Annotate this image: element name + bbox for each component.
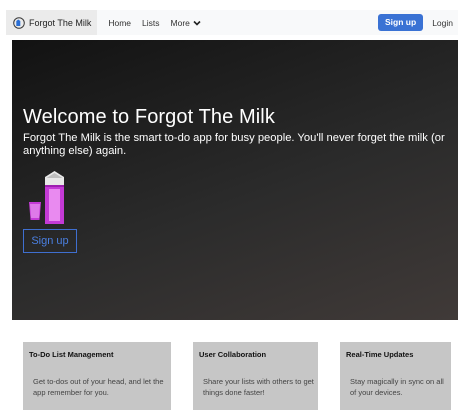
feature-text: Get to-dos out of your head, and let the… [33,377,164,397]
nav-more-label: More [170,17,190,28]
feature-card-collaboration: User Collaboration Share your lists with… [193,342,318,410]
feature-title: User Collaboration [199,350,267,359]
feature-title: To-Do List Management [29,350,114,359]
feature-text: Share your lists with others to get thin… [203,377,314,397]
nav-signup-button[interactable]: Sign up [378,14,424,31]
feature-text: Stay magically in sync on all of your de… [350,377,444,397]
feature-card-todo: To-Do List Management Get to-dos out of … [23,342,171,410]
nav-lists-link[interactable]: Lists [142,18,159,28]
milk-carton-and-glass-icon [29,171,64,224]
hero-title: Welcome to Forgot The Milk [23,106,275,128]
nav-more-dropdown[interactable]: More [171,18,201,28]
hero-banner: Welcome to Forgot The Milk Forgot The Mi… [12,40,458,320]
hero-subtitle: Forgot The Milk is the smart to-do app f… [23,132,445,157]
top-navbar: Forgot The Milk Home Lists More Sign up … [6,10,458,35]
milk-logo-icon [13,16,25,29]
chevron-down-icon [193,20,201,26]
hero-signup-button[interactable]: Sign up [23,229,77,253]
nav-login-link[interactable]: Login [432,18,453,28]
brand-link[interactable]: Forgot The Milk [6,10,98,35]
nav-home-link[interactable]: Home [108,18,131,28]
feature-title: Real-Time Updates [346,350,414,359]
brand-name: Forgot The Milk [29,17,92,28]
feature-card-realtime: Real-Time Updates Stay magically in sync… [340,342,451,410]
